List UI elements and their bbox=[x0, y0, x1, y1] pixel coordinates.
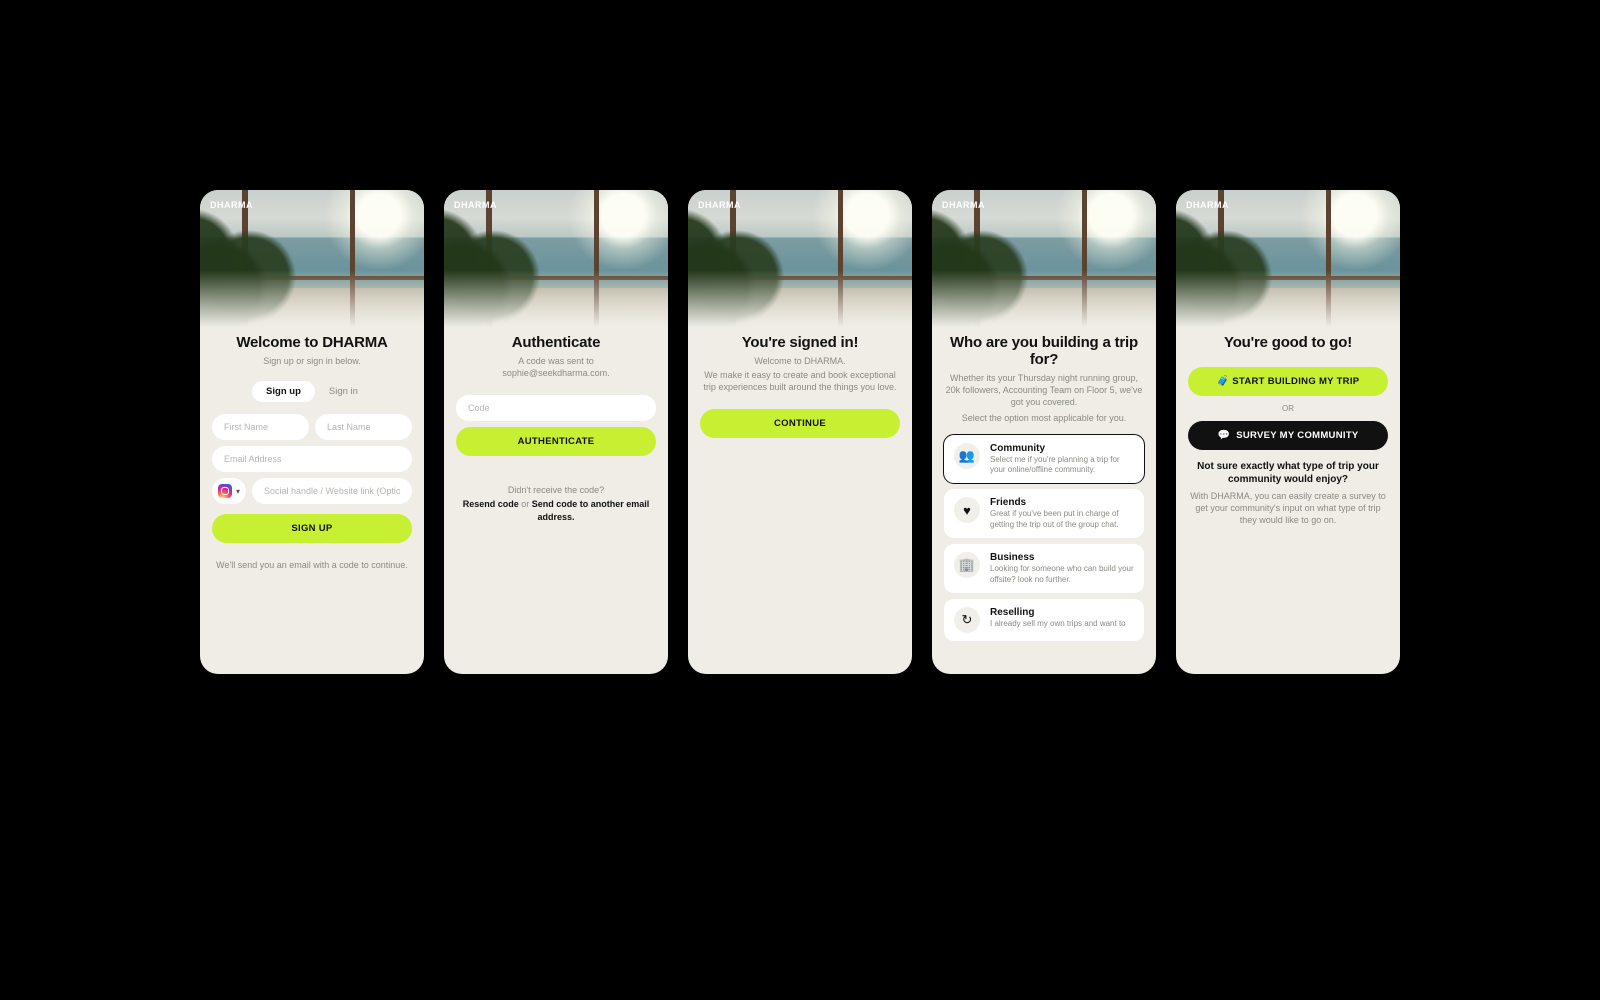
refresh-icon: ↻ bbox=[954, 607, 980, 633]
survey-desc: With DHARMA, you can easily create a sur… bbox=[1188, 490, 1388, 526]
screen-trip-for: DHARMA Who are you building a trip for? … bbox=[932, 190, 1156, 674]
footnote: We'll send you an email with a code to c… bbox=[216, 559, 408, 571]
page-title: Welcome to DHARMA bbox=[236, 334, 387, 351]
sub-line-1: Whether its your Thursday night running … bbox=[944, 372, 1144, 408]
code-field[interactable] bbox=[456, 395, 656, 421]
code-sent-line1: A code was sent to bbox=[518, 355, 594, 367]
start-building-label: START BUILDING MY TRIP bbox=[1232, 376, 1359, 387]
brand-logo: DHARMA bbox=[454, 200, 497, 210]
option-desc: Select me if you're planning a trip for … bbox=[990, 455, 1134, 476]
intro-line: We make it easy to create and book excep… bbox=[700, 369, 900, 393]
welcome-line: Welcome to DHARMA. bbox=[754, 355, 845, 367]
hero-image: DHARMA bbox=[200, 190, 424, 330]
page-subtitle: Sign up or sign in below. bbox=[263, 355, 361, 367]
option-title: Business bbox=[990, 552, 1134, 563]
or-text: or bbox=[519, 499, 532, 509]
email-field[interactable] bbox=[212, 446, 412, 472]
building-icon: 🏢 bbox=[954, 552, 980, 578]
start-building-button[interactable]: 🧳 START BUILDING MY TRIP bbox=[1188, 367, 1388, 396]
tab-signup[interactable]: Sign up bbox=[252, 381, 315, 402]
or-separator: OR bbox=[1282, 404, 1294, 413]
option-title: Reselling bbox=[990, 607, 1126, 618]
auth-tabs: Sign up Sign in bbox=[252, 381, 372, 402]
page-title: Who are you building a trip for? bbox=[944, 334, 1144, 368]
community-icon: 👥 bbox=[954, 443, 980, 469]
authenticate-button[interactable]: AUTHENTICATE bbox=[456, 427, 656, 456]
no-code-prompt: Didn't receive the code? bbox=[508, 484, 604, 496]
brand-logo: DHARMA bbox=[210, 200, 253, 210]
hero-image: DHARMA bbox=[932, 190, 1156, 330]
first-name-field[interactable] bbox=[212, 414, 309, 440]
question-heading: Not sure exactly what type of trip your … bbox=[1188, 460, 1388, 486]
resend-line: Resend code or Send code to another emai… bbox=[456, 498, 656, 522]
continue-button[interactable]: CONTINUE bbox=[700, 409, 900, 438]
survey-label: SURVEY MY COMMUNITY bbox=[1236, 430, 1358, 441]
option-desc: Looking for someone who can build your o… bbox=[990, 564, 1134, 585]
screen-authenticate: DHARMA Authenticate A code was sent to s… bbox=[444, 190, 668, 674]
resend-code-link[interactable]: Resend code bbox=[463, 499, 519, 509]
tab-signin[interactable]: Sign in bbox=[315, 381, 372, 402]
briefcase-icon: 🧳 bbox=[1217, 376, 1230, 387]
brand-logo: DHARMA bbox=[942, 200, 985, 210]
page-title: You're good to go! bbox=[1224, 334, 1352, 351]
code-sent-email: sophie@seekdharma.com. bbox=[502, 367, 609, 379]
option-desc: Great if you've been put in charge of ge… bbox=[990, 509, 1134, 530]
signup-button[interactable]: SIGN UP bbox=[212, 514, 412, 543]
option-community[interactable]: 👥 Community Select me if you're planning… bbox=[944, 435, 1144, 484]
instagram-icon bbox=[218, 484, 232, 498]
screen-signed-in: DHARMA You're signed in! Welcome to DHAR… bbox=[688, 190, 912, 674]
option-title: Community bbox=[990, 443, 1134, 454]
screen-good-to-go: DHARMA You're good to go! 🧳 START BUILDI… bbox=[1176, 190, 1400, 674]
heart-icon: ♥ bbox=[954, 497, 980, 523]
page-title: Authenticate bbox=[512, 334, 600, 351]
page-title: You're signed in! bbox=[742, 334, 859, 351]
option-desc: I already sell my own trips and want to bbox=[990, 619, 1126, 629]
chevron-down-icon: ▾ bbox=[236, 487, 240, 496]
screen-signup: DHARMA Welcome to DHARMA Sign up or sign… bbox=[200, 190, 424, 674]
option-business[interactable]: 🏢 Business Looking for someone who can b… bbox=[944, 544, 1144, 593]
brand-logo: DHARMA bbox=[1186, 200, 1229, 210]
option-title: Friends bbox=[990, 497, 1134, 508]
last-name-field[interactable] bbox=[315, 414, 412, 440]
another-email-link[interactable]: Send code to another email address. bbox=[532, 499, 650, 521]
option-reselling[interactable]: ↻ Reselling I already sell my own trips … bbox=[944, 599, 1144, 641]
hero-image: DHARMA bbox=[1176, 190, 1400, 330]
hero-image: DHARMA bbox=[688, 190, 912, 330]
option-friends[interactable]: ♥ Friends Great if you've been put in ch… bbox=[944, 489, 1144, 538]
survey-community-button[interactable]: 💬 SURVEY MY COMMUNITY bbox=[1188, 421, 1388, 450]
social-platform-picker[interactable]: ▾ bbox=[212, 478, 246, 504]
sub-line-2: Select the option most applicable for yo… bbox=[962, 412, 1127, 424]
social-handle-field[interactable] bbox=[252, 478, 412, 504]
hero-image: DHARMA bbox=[444, 190, 668, 330]
brand-logo: DHARMA bbox=[698, 200, 741, 210]
chat-icon: 💬 bbox=[1217, 430, 1230, 441]
